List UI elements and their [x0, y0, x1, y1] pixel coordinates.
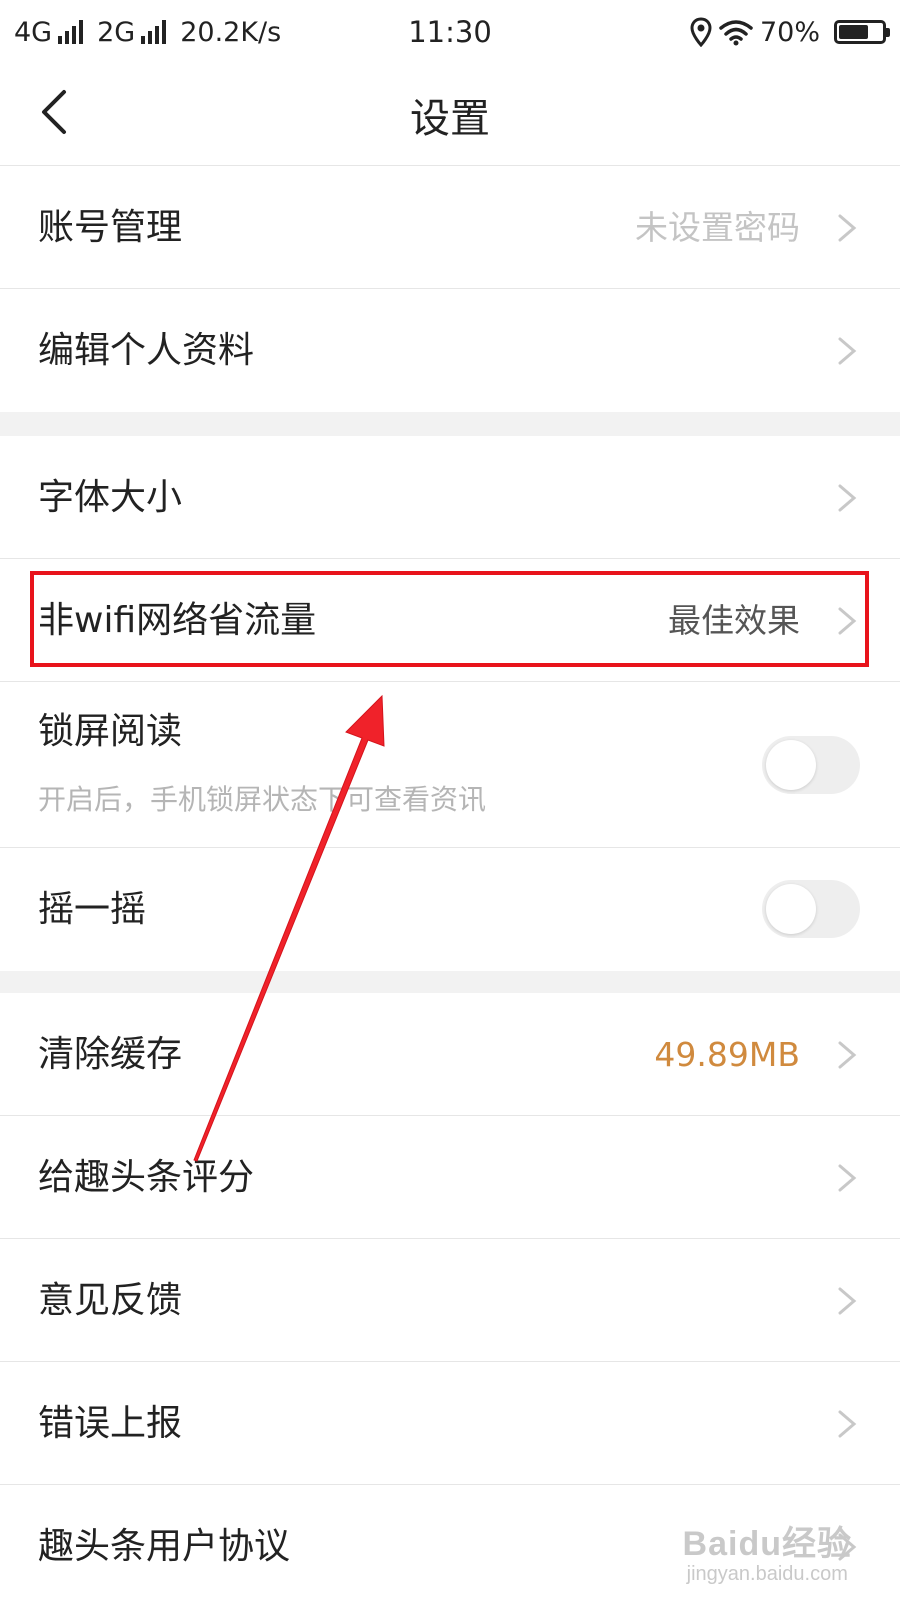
row-label: 摇一摇	[38, 889, 147, 930]
location-icon	[690, 17, 712, 47]
row-account-management[interactable]: 账号管理 未设置密码	[0, 166, 900, 289]
row-shake: 摇一摇	[0, 848, 900, 971]
battery-percent: 70%	[759, 16, 820, 48]
row-label: 非wifi网络省流量	[38, 600, 317, 641]
chevron-right-icon	[838, 1164, 857, 1192]
row-lockscreen-reading: 锁屏阅读 开启后，手机锁屏状态下可查看资讯	[0, 682, 900, 848]
chevron-right-icon	[838, 607, 857, 635]
row-value: 未设置密码	[635, 208, 800, 247]
chevron-right-icon	[838, 484, 857, 512]
watermark-url: jingyan.baidu.com	[686, 1563, 848, 1585]
watermark-logo: Baidu经验	[682, 1525, 852, 1563]
row-label: 锁屏阅读	[38, 711, 183, 752]
section-divider	[0, 412, 900, 436]
row-label: 账号管理	[38, 207, 183, 248]
back-button[interactable]	[30, 82, 90, 142]
chevron-right-icon	[838, 337, 857, 365]
network-type-1: 4G	[14, 16, 53, 48]
baidu-watermark: Baidu经验 jingyan.baidu.com	[683, 1516, 852, 1586]
row-label: 给趣头条评分	[38, 1157, 255, 1198]
page-title: 设置	[410, 96, 490, 142]
signal-icon-2	[141, 20, 167, 44]
row-label: 错误上报	[38, 1403, 183, 1444]
chevron-right-icon	[838, 1287, 857, 1315]
cache-size-value: 49.89MB	[654, 1035, 800, 1074]
row-feedback[interactable]: 意见反馈	[0, 1239, 900, 1362]
row-clear-cache[interactable]: 清除缓存 49.89MB	[0, 993, 900, 1116]
status-left: 4G 2G 20.2K/s	[14, 17, 281, 48]
section-divider	[0, 971, 900, 993]
wifi-icon	[719, 20, 753, 46]
toggle-knob	[766, 884, 816, 934]
status-bar: 4G 2G 20.2K/s 11:30 70%	[0, 0, 900, 64]
row-error-report[interactable]: 错误上报	[0, 1362, 900, 1485]
settings-list: 账号管理 未设置密码 编辑个人资料 字体大小 非wifi网络省流量 最佳效果 锁…	[0, 166, 900, 1608]
row-data-saver[interactable]: 非wifi网络省流量 最佳效果	[0, 559, 900, 682]
chevron-right-icon	[838, 214, 857, 242]
battery-icon	[834, 20, 890, 44]
signal-icon	[58, 20, 84, 44]
chevron-left-icon	[42, 90, 66, 134]
row-label: 清除缓存	[38, 1034, 183, 1075]
toggle-knob	[766, 740, 816, 790]
status-right: 70%	[690, 16, 890, 48]
shake-toggle[interactable]	[762, 880, 860, 938]
row-edit-profile[interactable]: 编辑个人资料	[0, 289, 900, 412]
row-label: 趣头条用户协议	[38, 1526, 291, 1567]
row-font-size[interactable]: 字体大小	[0, 436, 900, 559]
row-rate-app[interactable]: 给趣头条评分	[0, 1116, 900, 1239]
row-value: 最佳效果	[668, 601, 800, 640]
row-label: 编辑个人资料	[38, 330, 255, 371]
battery-fill	[839, 25, 868, 39]
row-description: 开启后，手机锁屏状态下可查看资讯	[38, 783, 487, 816]
lockscreen-toggle[interactable]	[762, 736, 860, 794]
network-type-2: 2G	[97, 16, 136, 48]
nav-header: 设置	[0, 64, 900, 166]
row-label: 意见反馈	[38, 1280, 183, 1321]
network-speed: 20.2K/s	[180, 16, 282, 48]
row-label: 字体大小	[38, 477, 183, 518]
chevron-right-icon	[838, 1410, 857, 1438]
chevron-right-icon	[838, 1041, 857, 1069]
